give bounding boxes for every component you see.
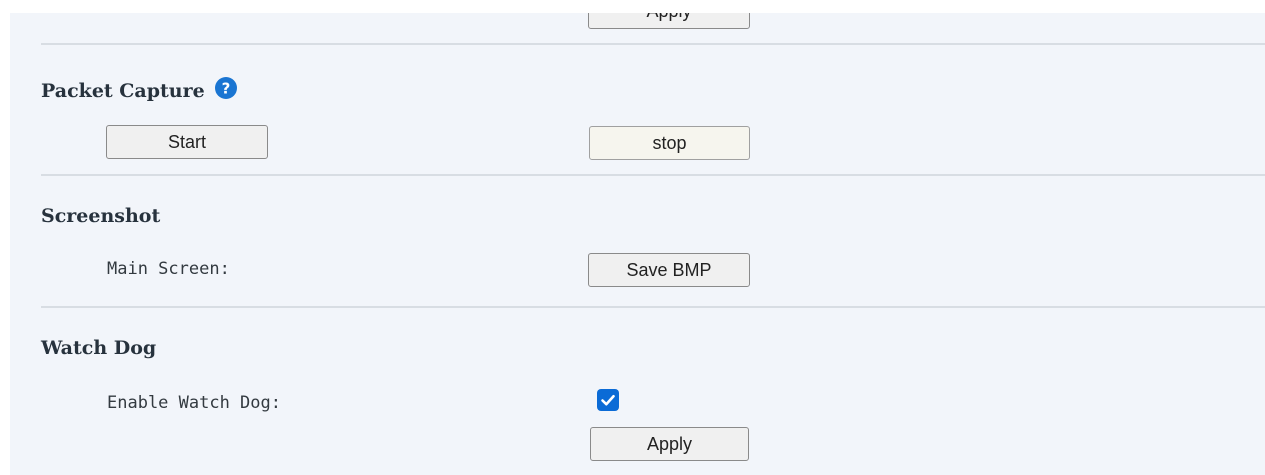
settings-panel: Apply Packet Capture ? Start stop Screen… [10, 13, 1265, 475]
watch-dog-title-text: Watch Dog [41, 337, 157, 359]
section-divider [41, 43, 1265, 45]
packet-capture-title-text: Packet Capture [41, 80, 205, 102]
question-circle-icon[interactable]: ? [215, 77, 238, 99]
top-apply-button[interactable]: Apply [588, 13, 750, 29]
screenshot-title: Screenshot [41, 205, 160, 227]
enable-watch-dog-label: Enable Watch Dog: [107, 393, 281, 413]
watch-dog-apply-button[interactable]: Apply [590, 427, 749, 461]
watch-dog-title: Watch Dog [41, 337, 156, 359]
packet-capture-title: Packet Capture ? [41, 77, 238, 102]
screenshot-title-text: Screenshot [41, 205, 161, 227]
save-bmp-button[interactable]: Save BMP [588, 253, 750, 287]
section-divider [41, 306, 1265, 308]
checkmark-icon [601, 394, 615, 406]
svg-text:?: ? [222, 80, 231, 98]
enable-watch-dog-checkbox[interactable] [597, 389, 619, 411]
main-screen-label: Main Screen: [107, 259, 230, 279]
stop-capture-button[interactable]: stop [589, 126, 750, 160]
section-divider [41, 174, 1265, 176]
start-capture-button[interactable]: Start [106, 125, 268, 159]
